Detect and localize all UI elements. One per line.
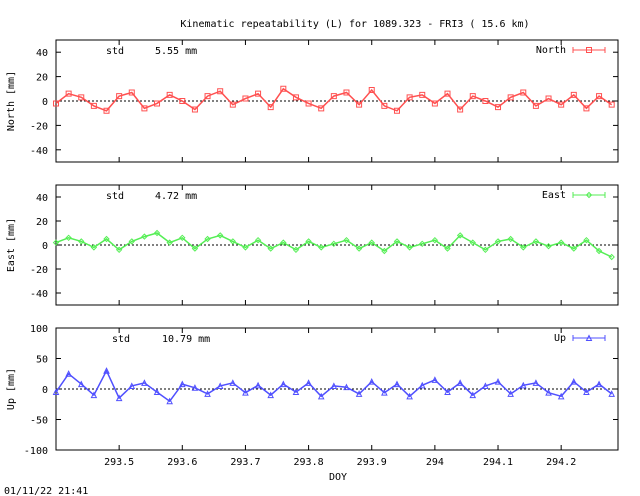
x-axis-label: DOY: [329, 472, 347, 483]
x-tick-label: 293.6: [167, 457, 197, 468]
y-tick-label: 20: [36, 217, 48, 228]
y-tick-label: 0: [42, 385, 48, 396]
y-tick-label: -50: [30, 416, 48, 427]
y-axis-label: North [mm]: [6, 71, 17, 131]
x-tick-label: 294.1: [483, 457, 513, 468]
y-tick-label: 40: [36, 48, 48, 59]
x-tick-label: 294: [426, 457, 444, 468]
panel-east: 40 20 0 -20 -40 East [mm] std 4.72 mm East: [6, 184, 619, 306]
legend-label: North: [536, 45, 566, 56]
legend-label: Up: [554, 333, 566, 344]
y-tick-label: 20: [36, 73, 48, 84]
timestamp: 01/11/22 21:41: [4, 486, 88, 496]
panel-up: 100 50 0 -50 -100 Up [mm] std 10.79 mm Up: [6, 324, 619, 457]
x-tick-label: 293.5: [104, 457, 134, 468]
series-line: [55, 87, 613, 112]
y-tick-label: -40: [30, 289, 48, 300]
x-tick-label: 294.2: [546, 457, 576, 468]
y-tick-label: 100: [30, 324, 48, 335]
panels-group: 40 20 0 -20 -40 North [mm] std 5.55 mm North 40 20…: [6, 39, 619, 457]
std-value: 10.79 mm: [162, 334, 210, 345]
y-tick-label: -100: [24, 446, 48, 457]
std-value: 5.55 mm: [155, 46, 197, 57]
y-axis-label: Up [mm]: [6, 368, 17, 410]
kinematic-repeatability-chart: Kinematic repeatability (L) for 1089.323…: [4, 19, 619, 496]
y-tick-label: -20: [30, 121, 48, 132]
y-tick-label: 0: [42, 97, 48, 108]
chart-title: Kinematic repeatability (L) for 1089.323…: [180, 19, 529, 30]
series-line: [55, 368, 613, 403]
std-value: 4.72 mm: [155, 191, 197, 202]
y-tick-label: 0: [42, 241, 48, 252]
legend-label: East: [542, 190, 566, 201]
std-label: std: [106, 46, 124, 57]
y-tick-label: -40: [30, 146, 48, 157]
std-label: std: [112, 334, 130, 345]
y-axis-label: East [mm]: [6, 218, 17, 272]
x-tick-label: 293.8: [294, 457, 324, 468]
std-label: std: [106, 191, 124, 202]
x-tick-label: 293.9: [357, 457, 387, 468]
y-tick-label: 50: [36, 355, 48, 366]
panel-north: 40 20 0 -20 -40 North [mm] std 5.55 mm North: [6, 39, 619, 163]
y-tick-label: 40: [36, 193, 48, 204]
x-tick-label: 293.7: [230, 457, 260, 468]
x-axis: 293.5 293.6 293.7 293.8 293.9 294 294.1 294.2: [104, 457, 576, 468]
y-tick-label: -20: [30, 265, 48, 276]
